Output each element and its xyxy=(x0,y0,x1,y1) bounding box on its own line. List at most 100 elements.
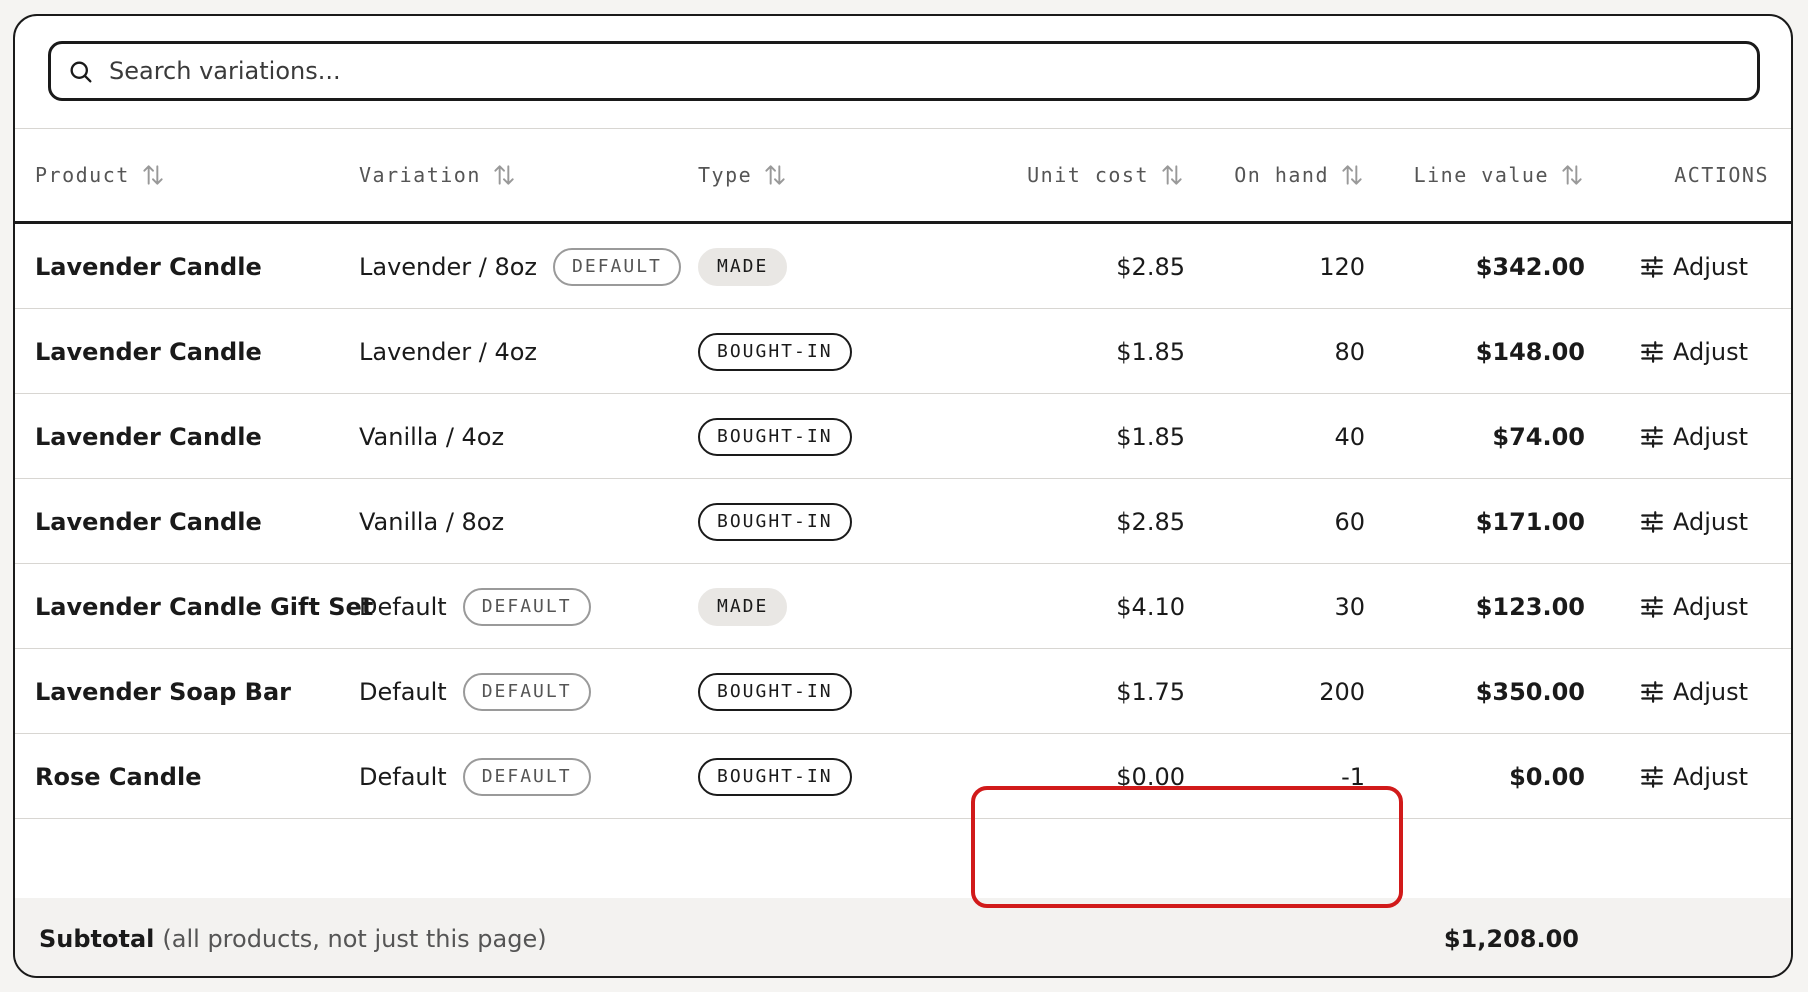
product-name: Lavender Candle Gift Set xyxy=(35,592,374,621)
adjust-label: Adjust xyxy=(1673,507,1749,536)
unit-cost: $0.00 xyxy=(1116,762,1185,791)
variation-name: Vanilla / 8oz xyxy=(359,507,505,536)
unit-cost: $2.85 xyxy=(1116,252,1185,281)
variation-name: Lavender / 4oz xyxy=(359,337,538,366)
sort-arrows-icon xyxy=(1162,165,1182,185)
column-header-unit-cost[interactable]: Unit cost xyxy=(855,129,1185,221)
product-name: Lavender Candle xyxy=(35,422,262,451)
type-cell: BOUGHT-IN xyxy=(698,649,852,734)
table-row: Lavender Candle Gift Set Default DEFAULT MA… xyxy=(15,564,1791,649)
adjust-label: Adjust xyxy=(1673,762,1749,791)
sliders-icon xyxy=(1641,765,1663,788)
variation-name: Default xyxy=(359,592,447,621)
variation-name: Default xyxy=(359,677,447,706)
adjust-label: Adjust xyxy=(1673,252,1749,281)
sort-arrows-icon xyxy=(494,165,514,185)
table-row: Lavender Soap Bar Default DEFAULT BOUGHT-IN… xyxy=(15,649,1791,734)
default-badge: DEFAULT xyxy=(462,757,591,796)
type-badge: MADE xyxy=(698,247,788,286)
column-header-label: Type xyxy=(698,163,753,187)
line-value: $171.00 xyxy=(1475,507,1585,536)
product-name: Lavender Candle xyxy=(35,252,262,281)
line-value: $74.00 xyxy=(1492,422,1585,451)
column-header-label: On hand xyxy=(1234,163,1329,187)
type-cell: MADE xyxy=(698,564,788,649)
variation-cell: Default DEFAULT xyxy=(359,649,591,734)
line-value: $148.00 xyxy=(1475,337,1585,366)
column-header-label: Variation xyxy=(359,163,481,187)
table-row: Rose Candle Default DEFAULT BOUGHT-IN $0.00 -… xyxy=(15,734,1791,819)
type-badge: BOUGHT-IN xyxy=(698,417,852,456)
column-header-label: ACTIONS xyxy=(1674,163,1769,187)
subtotal-amount: $1,208.00 xyxy=(1443,925,1579,953)
adjust-button[interactable]: Adjust xyxy=(1639,394,1748,479)
type-cell: MADE xyxy=(698,224,788,309)
adjust-label: Adjust xyxy=(1673,677,1749,706)
column-header-line-value[interactable]: Line value xyxy=(1375,129,1585,221)
table-row: Lavender Candle Vanilla / 8oz BOUGHT-IN $2.… xyxy=(15,479,1791,564)
type-badge: BOUGHT-IN xyxy=(698,672,852,711)
unit-cost: $4.10 xyxy=(1116,592,1185,621)
column-header-product[interactable]: Product xyxy=(35,129,166,221)
adjust-label: Adjust xyxy=(1673,337,1749,366)
variation-name: Vanilla / 4oz xyxy=(359,422,505,451)
subtotal-label: Subtotal (all products, not just this pa… xyxy=(39,898,547,976)
adjust-label: Adjust xyxy=(1673,422,1749,451)
adjust-button[interactable]: Adjust xyxy=(1639,564,1748,649)
variation-cell: Default DEFAULT xyxy=(359,564,591,649)
subtotal-title: Subtotal xyxy=(39,925,155,953)
variation-cell: Vanilla / 4oz xyxy=(359,394,504,479)
type-cell: BOUGHT-IN xyxy=(698,309,852,394)
search-bar xyxy=(15,16,1791,129)
variation-cell: Vanilla / 8oz xyxy=(359,479,504,564)
adjust-button[interactable]: Adjust xyxy=(1639,479,1748,564)
variation-cell: Lavender / 8oz DEFAULT xyxy=(359,224,681,309)
type-badge: BOUGHT-IN xyxy=(698,502,852,541)
adjust-button[interactable]: Adjust xyxy=(1639,309,1748,394)
column-header-label: Product xyxy=(35,163,130,187)
sort-arrows-icon xyxy=(765,165,785,185)
sort-arrows-icon xyxy=(1342,165,1362,185)
unit-cost: $2.85 xyxy=(1116,507,1185,536)
adjust-button[interactable]: Adjust xyxy=(1639,224,1748,309)
on-hand: 120 xyxy=(1319,252,1365,281)
inventory-card: Product Variation Type Unit cost On hand… xyxy=(13,14,1793,978)
default-badge: DEFAULT xyxy=(462,672,591,711)
search-box[interactable] xyxy=(48,41,1760,101)
column-header-label: Unit cost xyxy=(1027,163,1149,187)
table-row: Lavender Candle Lavender / 8oz DEFAULT MADE… xyxy=(15,224,1791,309)
variation-name: Lavender / 8oz xyxy=(359,252,538,281)
product-name: Rose Candle xyxy=(35,762,202,791)
on-hand: 40 xyxy=(1334,422,1365,451)
variation-cell: Lavender / 4oz xyxy=(359,309,537,394)
line-value: $0.00 xyxy=(1509,762,1585,791)
column-header-type[interactable]: Type xyxy=(698,129,788,221)
column-header-actions: ACTIONS xyxy=(1615,129,1769,221)
subtotal-row: Subtotal (all products, not just this pa… xyxy=(15,898,1791,976)
product-name: Lavender Soap Bar xyxy=(35,677,291,706)
default-badge: DEFAULT xyxy=(553,247,681,286)
adjust-button[interactable]: Adjust xyxy=(1639,649,1748,734)
sliders-icon xyxy=(1641,340,1663,363)
variation-name: Default xyxy=(359,762,447,791)
type-badge: BOUGHT-IN xyxy=(698,757,852,796)
search-input[interactable] xyxy=(109,44,1709,98)
on-hand: -1 xyxy=(1341,762,1365,791)
type-badge: MADE xyxy=(698,587,788,626)
table-row: Lavender Candle Lavender / 4oz BOUGHT-IN $1… xyxy=(15,309,1791,394)
adjust-button[interactable]: Adjust xyxy=(1639,734,1748,819)
search-icon xyxy=(70,61,92,83)
sort-arrows-icon xyxy=(1562,165,1582,185)
line-value: $342.00 xyxy=(1475,252,1585,281)
sliders-icon xyxy=(1641,595,1663,618)
sort-arrows-icon xyxy=(143,165,163,185)
variation-cell: Default DEFAULT xyxy=(359,734,591,819)
column-header-on-hand[interactable]: On hand xyxy=(1195,129,1365,221)
product-name: Lavender Candle xyxy=(35,507,262,536)
type-cell: BOUGHT-IN xyxy=(698,394,852,479)
adjust-label: Adjust xyxy=(1673,592,1749,621)
on-hand: 80 xyxy=(1334,337,1365,366)
type-badge: BOUGHT-IN xyxy=(698,332,852,371)
column-header-variation[interactable]: Variation xyxy=(359,129,517,221)
default-badge: DEFAULT xyxy=(462,587,591,626)
